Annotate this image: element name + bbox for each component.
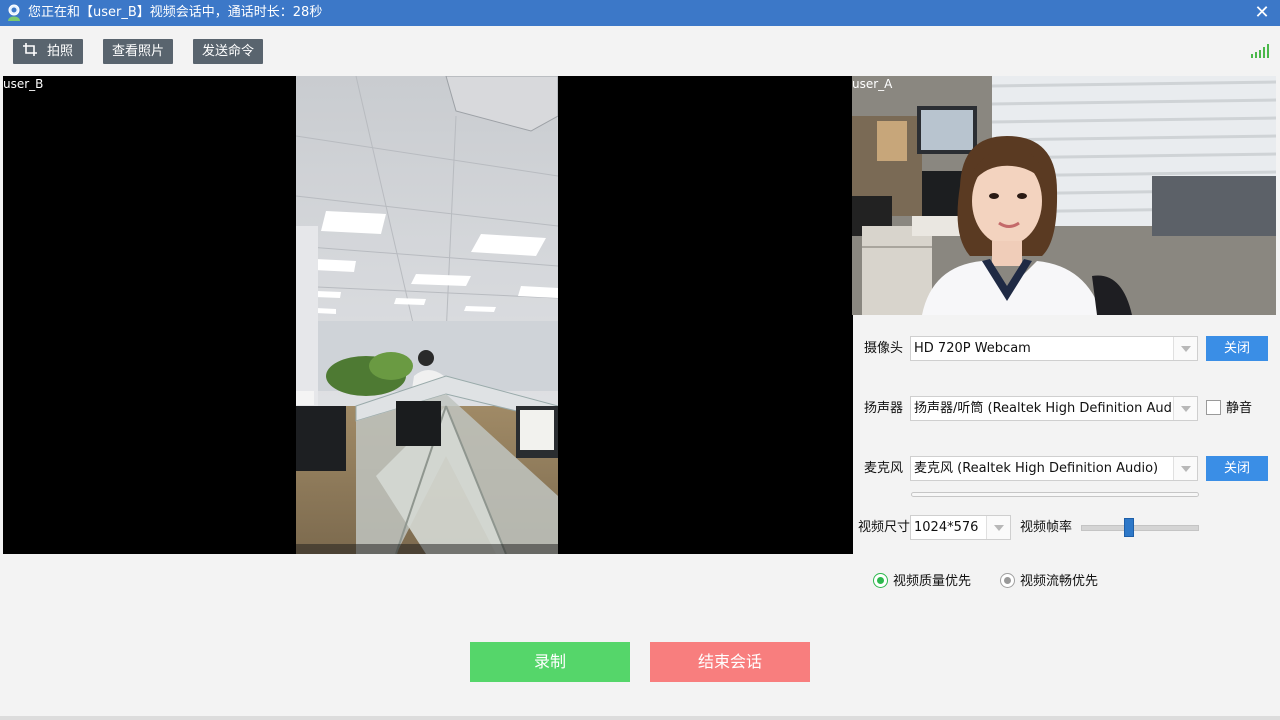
title-bar: 您正在和【user_B】视频会话中，通话时长：28秒 ✕ bbox=[0, 0, 1280, 26]
close-icon[interactable]: ✕ bbox=[1252, 3, 1272, 23]
view-photos-label: 查看照片 bbox=[111, 44, 164, 59]
frame-rate-track bbox=[1081, 525, 1199, 531]
take-photo-label: 拍照 bbox=[46, 44, 73, 59]
chevron-down-icon[interactable] bbox=[1173, 457, 1197, 480]
camera-label: 摄像头 bbox=[864, 341, 904, 356]
take-photo-button[interactable]: 拍照 bbox=[13, 39, 83, 64]
camera-close-label: 关闭 bbox=[1223, 341, 1250, 356]
end-session-label: 结束会话 bbox=[697, 652, 762, 671]
user-chat-icon bbox=[8, 4, 20, 21]
video-size-value: 1024*576 bbox=[914, 520, 979, 535]
remote-video: user_B bbox=[3, 76, 853, 554]
camera-close-button[interactable]: 关闭 bbox=[1206, 336, 1268, 361]
microphone-label: 麦克风 bbox=[864, 461, 904, 476]
speaker-label: 扬声器 bbox=[864, 401, 904, 416]
camera-value: HD 720P Webcam bbox=[914, 341, 1031, 356]
local-video-frame bbox=[852, 76, 1276, 315]
microphone-select[interactable]: 麦克风 (Realtek High Definition Audio) bbox=[910, 456, 1198, 481]
frame-rate-thumb[interactable] bbox=[1124, 518, 1134, 537]
microphone-close-label: 关闭 bbox=[1223, 461, 1250, 476]
frame-rate-slider[interactable] bbox=[1081, 518, 1199, 538]
microphone-level-bar bbox=[911, 492, 1199, 497]
microphone-close-button[interactable]: 关闭 bbox=[1206, 456, 1268, 481]
speaker-select[interactable]: 扬声器/听筒 (Realtek High Definition Audio) bbox=[910, 396, 1198, 421]
video-size-select[interactable]: 1024*576 bbox=[910, 515, 1011, 540]
remote-video-frame bbox=[296, 76, 558, 554]
send-command-button[interactable]: 发送命令 bbox=[193, 39, 263, 64]
window-title: 您正在和【user_B】视频会话中，通话时长：28秒 bbox=[28, 5, 323, 20]
send-command-label: 发送命令 bbox=[201, 44, 254, 59]
microphone-value: 麦克风 (Realtek High Definition Audio) bbox=[914, 461, 1159, 476]
local-video: user_A bbox=[852, 76, 1276, 315]
smooth-priority-radio[interactable] bbox=[1000, 573, 1015, 588]
window-bottom-edge bbox=[0, 716, 1280, 720]
smooth-priority-label: 视频流畅优先 bbox=[1020, 574, 1099, 589]
chevron-down-icon[interactable] bbox=[1173, 337, 1197, 360]
mute-checkbox[interactable] bbox=[1206, 400, 1221, 415]
camera-select[interactable]: HD 720P Webcam bbox=[910, 336, 1198, 361]
mute-label: 静音 bbox=[1226, 401, 1253, 416]
remote-user-label: user_B bbox=[3, 77, 44, 91]
speaker-value: 扬声器/听筒 (Realtek High Definition Audio) bbox=[914, 401, 1189, 416]
record-button[interactable]: 录制 bbox=[470, 642, 630, 682]
quality-priority-label: 视频质量优先 bbox=[893, 574, 972, 589]
local-user-label: user_A bbox=[852, 77, 893, 91]
chevron-down-icon[interactable] bbox=[986, 516, 1010, 539]
view-photos-button[interactable]: 查看照片 bbox=[103, 39, 173, 64]
signal-strength-icon bbox=[1251, 44, 1269, 58]
record-label: 录制 bbox=[533, 652, 566, 671]
end-session-button[interactable]: 结束会话 bbox=[650, 642, 810, 682]
quality-priority-radio[interactable] bbox=[873, 573, 888, 588]
chevron-down-icon[interactable] bbox=[1173, 397, 1197, 420]
frame-rate-label: 视频帧率 bbox=[1020, 520, 1073, 535]
crop-camera-icon bbox=[22, 43, 37, 56]
video-size-label: 视频尺寸 bbox=[858, 520, 911, 535]
